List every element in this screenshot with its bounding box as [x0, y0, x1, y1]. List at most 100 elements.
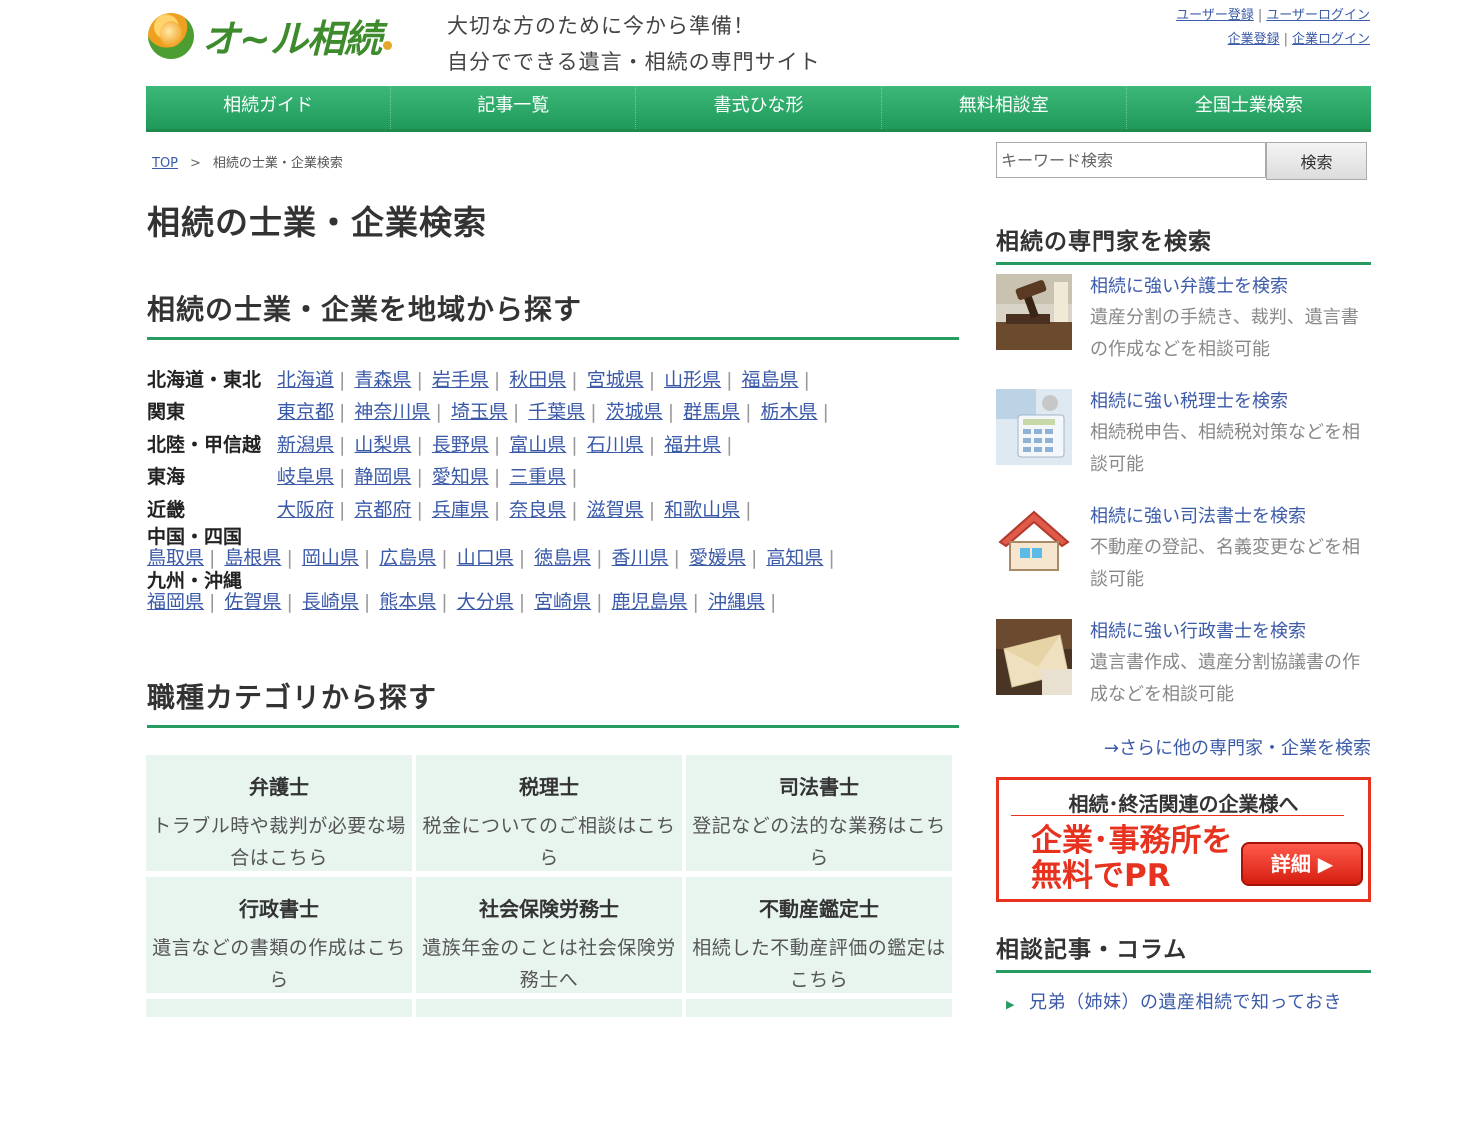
prefecture-link[interactable]: 沖縄県	[708, 591, 765, 613]
link-separator: |	[648, 433, 656, 456]
link-separator: |	[518, 590, 526, 613]
account-links: ユーザー登録 | ユーザーログイン 企業登録 | 企業ログイン	[1176, 8, 1370, 47]
search-button[interactable]: 検索	[1266, 142, 1367, 180]
region-row: 関東 東京都 | 神奈川県 | 埼玉県 | 千葉県 | 茨城県 | 群馬県 | 栃木県 |	[147, 395, 959, 428]
prefecture-link[interactable]: 佐賀県	[224, 591, 281, 613]
prefecture-link[interactable]: 滋賀県	[587, 499, 644, 521]
nav-item-templates[interactable]: 書式ひな形	[636, 86, 882, 129]
prefecture-link[interactable]: 奈良県	[509, 499, 566, 521]
prefecture-link[interactable]: 愛知県	[432, 466, 489, 488]
prefecture-link[interactable]: 山口県	[457, 547, 514, 569]
prefecture-link[interactable]: 徳島県	[534, 547, 591, 569]
expert-item-judicial-scrivener[interactable]: 相続に強い司法書士を検索 不動産の登記、名義変更などを相談可能	[996, 502, 1371, 596]
category-card[interactable]	[146, 999, 412, 1017]
prefecture-link[interactable]: 大阪府	[277, 499, 334, 521]
expert-title-administrative-scrivener[interactable]: 相続に強い行政書士を検索	[1090, 617, 1371, 647]
prefecture-link[interactable]: 鳥取県	[147, 547, 204, 569]
prefecture-link[interactable]: 山梨県	[354, 434, 411, 456]
expert-title-tax-accountant[interactable]: 相続に強い税理士を検索	[1090, 387, 1371, 417]
prefecture-link[interactable]: 埼玉県	[451, 401, 508, 423]
breadcrumb-current: 相続の士業・企業検索	[212, 156, 343, 171]
company-pr-banner[interactable]: 相続･終活関連の企業様へ 企業･事務所を 無料でPR 詳細 ▶	[996, 777, 1371, 902]
link-separator: |	[512, 401, 520, 424]
link-separator: |	[209, 590, 216, 613]
more-experts-link[interactable]: →さらに他の専門家・企業を検索	[1104, 734, 1371, 760]
prefecture-link[interactable]: 長野県	[432, 434, 489, 456]
prefecture-link[interactable]: 鹿児島県	[612, 591, 688, 613]
banner-details-button[interactable]: 詳細 ▶	[1241, 842, 1363, 886]
site-logo[interactable]: オ~ル相続	[148, 8, 392, 63]
link-separator: |	[745, 498, 752, 521]
company-register-link[interactable]: 企業登録	[1228, 32, 1280, 47]
logo-mark-icon	[148, 12, 194, 59]
category-card[interactable]: 行政書士 遺言などの書類の作成はこちら	[146, 877, 412, 993]
prefecture-link[interactable]: 熊本県	[379, 591, 436, 613]
prefecture-link[interactable]: 岡山県	[302, 547, 359, 569]
prefecture-link[interactable]: 高知県	[766, 547, 823, 569]
expert-title-judicial-scrivener[interactable]: 相続に強い司法書士を検索	[1090, 502, 1371, 532]
user-login-link[interactable]: ユーザーログイン	[1266, 8, 1370, 23]
prefecture-link[interactable]: 山形県	[664, 369, 721, 391]
search-input[interactable]	[996, 142, 1266, 178]
column-list-item[interactable]: ▶ 兄弟（姉妹）の遺産相続で知っておき	[1006, 988, 1342, 1014]
category-card[interactable]: 税理士 税金についてのご相談はこちら	[416, 755, 682, 871]
category-title: 不動産鑑定士	[759, 897, 879, 921]
category-card[interactable]: 弁護士 トラブル時や裁判が必要な場合はこちら	[146, 755, 412, 871]
prefecture-link[interactable]: 富山県	[509, 434, 566, 456]
expert-item-tax-accountant[interactable]: 相続に強い税理士を検索 相続税申告、相続税対策などを相談可能	[996, 387, 1371, 481]
prefecture-link[interactable]: 神奈川県	[354, 401, 430, 423]
prefecture-link[interactable]: 秋田県	[509, 369, 566, 391]
prefecture-link[interactable]: 福岡県	[147, 591, 204, 613]
user-register-link[interactable]: ユーザー登録	[1176, 8, 1254, 23]
logo-text: オ~ル相続	[202, 17, 382, 61]
prefecture-link[interactable]: 千葉県	[528, 401, 585, 423]
prefecture-link[interactable]: 三重県	[509, 466, 566, 488]
category-card[interactable]: 社会保険労務士 遺族年金のことは社会保険労務士へ	[416, 877, 682, 993]
prefecture-link[interactable]: 大分県	[457, 591, 514, 613]
prefecture-links: 新潟県 | 山梨県 | 長野県 | 富山県 | 石川県 | 福井県 |	[277, 430, 742, 457]
prefecture-link[interactable]: 福島県	[742, 369, 799, 391]
region-name: 北陸・甲信越	[147, 433, 262, 456]
nav-item-guide[interactable]: 相続ガイド	[146, 86, 392, 129]
prefecture-link[interactable]: 京都府	[354, 499, 411, 521]
company-login-link[interactable]: 企業ログイン	[1292, 32, 1370, 47]
prefecture-link[interactable]: 青森県	[354, 369, 411, 391]
prefecture-link[interactable]: 長崎県	[302, 591, 359, 613]
prefecture-link[interactable]: 福井県	[664, 434, 721, 456]
prefecture-link[interactable]: 宮城県	[587, 369, 644, 391]
prefecture-link[interactable]: 静岡県	[354, 466, 411, 488]
prefecture-link[interactable]: 群馬県	[683, 401, 740, 423]
expert-item-lawyer[interactable]: 相続に強い弁護士を検索 遺産分割の手続き、裁判、遺言書の作成などを相談可能	[996, 272, 1371, 366]
nav-item-consultation[interactable]: 無料相談室	[882, 86, 1127, 129]
region-row: 中国・四国 鳥取県 | 島根県 | 岡山県 | 広島県 | 山口県 | 徳島県 | 香川県 | 愛媛県 | 高知県…	[147, 527, 959, 569]
prefecture-link[interactable]: 栃木県	[761, 401, 818, 423]
prefecture-link[interactable]: 愛媛県	[689, 547, 746, 569]
breadcrumb-top-link[interactable]: TOP	[152, 156, 178, 171]
prefecture-link[interactable]: 島根県	[224, 547, 281, 569]
prefecture-link[interactable]: 茨城県	[606, 401, 663, 423]
expert-title-lawyer[interactable]: 相続に強い弁護士を検索	[1090, 272, 1371, 302]
prefecture-link[interactable]: 岩手県	[432, 369, 489, 391]
prefecture-link[interactable]: 石川県	[587, 434, 644, 456]
prefecture-link[interactable]: 和歌山県	[664, 499, 740, 521]
category-card[interactable]	[416, 999, 682, 1017]
prefecture-link[interactable]: 北海道	[277, 369, 334, 391]
region-name: 北海道・東北	[147, 368, 262, 391]
category-card[interactable]: 不動産鑑定士 相続した不動産評価の鑑定はこちら	[686, 877, 952, 993]
prefecture-link[interactable]: 新潟県	[277, 434, 334, 456]
link-separator: |	[493, 368, 501, 391]
chevron-right-icon: ▶	[1006, 998, 1015, 1011]
gavel-image-icon	[996, 274, 1072, 350]
category-card[interactable]: 司法書士 登記などの法的な業務はこちら	[686, 755, 952, 871]
nav-item-professional-search[interactable]: 全国士業検索	[1127, 86, 1371, 129]
prefecture-link[interactable]: 香川県	[612, 547, 669, 569]
prefecture-link[interactable]: 東京都	[277, 401, 334, 423]
prefecture-link[interactable]: 宮崎県	[534, 591, 591, 613]
category-card[interactable]	[686, 999, 952, 1017]
expert-item-administrative-scrivener[interactable]: 相続に強い行政書士を検索 遺言書作成、遺産分割協議書の作成などを相談可能	[996, 617, 1371, 711]
prefecture-link[interactable]: 兵庫県	[432, 499, 489, 521]
expert-desc-tax-accountant: 相続税申告、相続税対策などを相談可能	[1090, 422, 1360, 475]
prefecture-link[interactable]: 広島県	[379, 547, 436, 569]
nav-item-articles[interactable]: 記事一覧	[391, 86, 637, 129]
prefecture-link[interactable]: 岐阜県	[277, 466, 334, 488]
